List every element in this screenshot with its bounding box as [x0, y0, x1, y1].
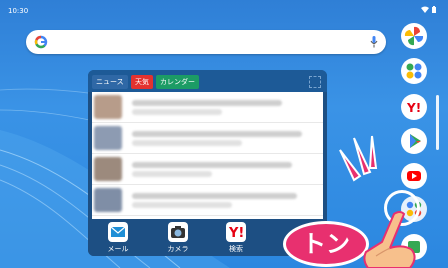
camera-label: カメラ — [167, 245, 189, 253]
play-store-icon[interactable] — [401, 128, 427, 154]
news-widget: ニュース 天気 カレンダー メール カメラ Y! 検索 — [88, 70, 327, 256]
blurred-text — [132, 171, 212, 177]
svg-text:Y!: Y! — [228, 226, 244, 241]
blurred-text — [132, 131, 302, 137]
pointing-hand-icon — [363, 211, 416, 268]
list-item[interactable] — [92, 185, 323, 216]
widget-tab-bar: ニュース 天気 カレンダー — [88, 70, 327, 92]
thumbnail — [94, 126, 122, 150]
mail-button[interactable]: メール — [98, 222, 138, 256]
mail-icon — [108, 222, 128, 242]
status-icons — [421, 6, 436, 13]
list-item[interactable] — [92, 123, 323, 154]
search-button[interactable]: Y! 検索 — [216, 222, 256, 256]
google-g-icon — [34, 35, 48, 49]
list-item[interactable] — [92, 154, 323, 185]
mail-label: メール — [107, 245, 129, 253]
blurred-text — [132, 109, 222, 115]
svg-text:Y!: Y! — [406, 101, 421, 115]
tab-weather[interactable]: 天気 — [131, 75, 153, 89]
yahoo-search-icon: Y! — [226, 222, 246, 242]
clock: 10:30 — [8, 7, 29, 15]
thumbnail — [94, 95, 122, 119]
scrollbar[interactable] — [436, 95, 439, 150]
camera-icon — [168, 222, 188, 242]
blurred-text — [132, 193, 297, 199]
wifi-icon — [421, 6, 429, 13]
news-list — [92, 92, 323, 219]
thumbnail — [94, 157, 122, 181]
tab-calendar[interactable]: カレンダー — [156, 75, 199, 89]
pinwheel-icon[interactable] — [401, 23, 427, 49]
status-bar: 10:30 — [0, 0, 448, 22]
mic-icon[interactable] — [370, 36, 378, 48]
tap-burst-icon — [339, 135, 378, 182]
yahoo-icon[interactable]: Y! — [401, 94, 427, 120]
expand-icon[interactable] — [309, 76, 321, 88]
apps-folder-icon[interactable] — [401, 58, 427, 84]
google-search-bar[interactable] — [26, 30, 386, 54]
thumbnail — [94, 188, 122, 212]
blurred-text — [132, 202, 232, 208]
tab-news[interactable]: ニュース — [92, 75, 128, 89]
blurred-text — [132, 100, 282, 106]
blurred-text — [132, 140, 242, 146]
blurred-text — [132, 162, 292, 168]
list-item[interactable] — [92, 92, 323, 123]
search-label: 検索 — [229, 245, 243, 253]
battery-icon — [432, 6, 436, 13]
camera-button[interactable]: カメラ — [158, 222, 198, 256]
youtube-icon[interactable] — [401, 163, 427, 189]
